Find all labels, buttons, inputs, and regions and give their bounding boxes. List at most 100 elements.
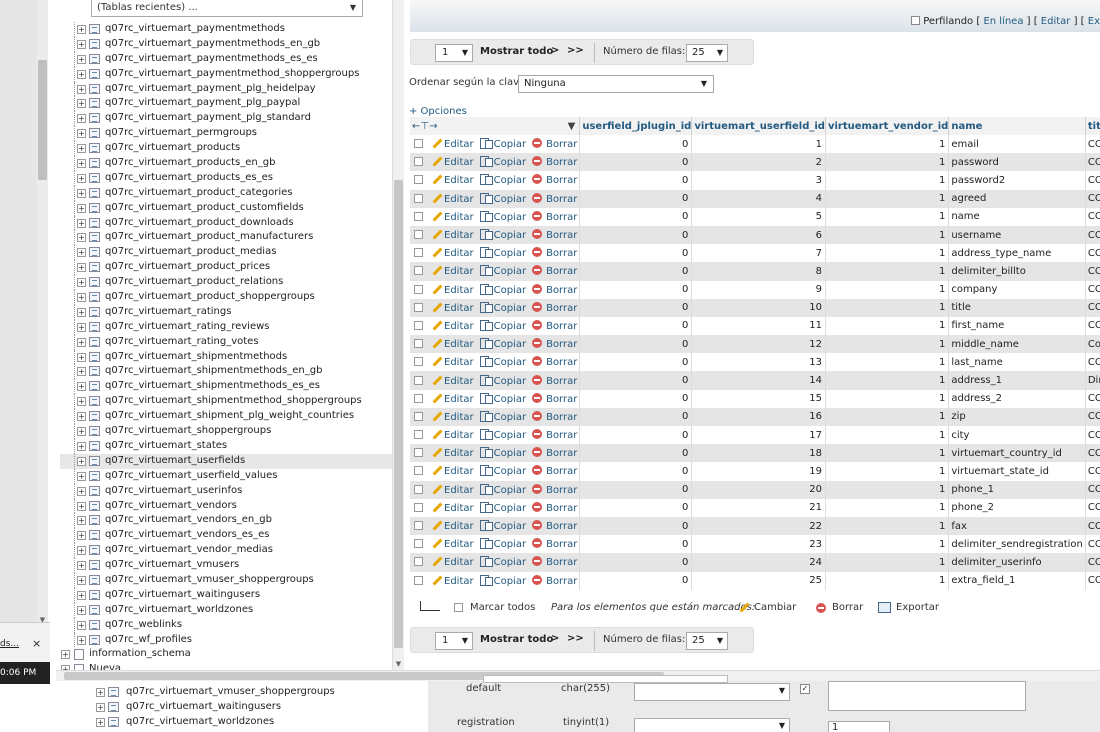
cell-name[interactable]: name [948,207,1086,226]
delete-link[interactable]: Borrar [546,303,577,314]
pencil-icon[interactable] [431,538,442,549]
copy-link[interactable]: Copiar [494,248,526,259]
cell-title[interactable]: COM_VIRTUEMA [1085,189,1100,208]
tree-item-table[interactable]: + q07rc_virtuemart_worldzones [60,602,392,618]
expand-icon[interactable]: + [77,114,86,124]
cell-vendor-id[interactable]: 1 [825,480,950,499]
expand-icon[interactable]: + [77,69,86,79]
cell-vendor-id[interactable]: 1 [825,153,950,172]
table-icon[interactable] [89,277,100,288]
table-icon[interactable] [89,440,100,451]
tree-item-table[interactable]: + q07rc_virtuemart_product_prices [60,260,392,276]
cell-name[interactable]: delimiter_sendregistration [948,535,1086,554]
tree-item-table[interactable]: + q07rc_virtuemart_userfields [60,453,392,469]
copy-icon[interactable] [479,574,493,586]
delete-link[interactable]: Borrar [546,339,577,350]
copy-icon[interactable] [479,319,493,331]
table-name[interactable]: q07rc_virtuemart_states [105,439,227,454]
row-checkbox[interactable] [414,139,423,149]
default-select[interactable]: ▼ [634,683,790,701]
tree-item-table[interactable]: + q07rc_virtuemart_product_manufacturers [60,230,392,246]
copy-icon[interactable] [479,520,493,532]
cell-vendor-id[interactable]: 1 [825,462,950,481]
table-icon[interactable] [89,24,100,34]
outer-scrollbar[interactable]: ▼ [37,0,48,625]
next-page-button[interactable]: > [551,45,559,56]
expand-icon[interactable]: + [77,218,86,228]
delete-icon[interactable] [532,319,543,330]
delete-link[interactable]: Borrar [546,248,577,259]
copy-link[interactable]: Copiar [494,485,526,496]
copy-icon[interactable] [479,410,493,422]
cell-vendor-id[interactable]: 1 [825,316,950,336]
copy-link[interactable]: Copiar [494,303,526,314]
cell-title[interactable]: COM_VIRTUEMA [1085,426,1100,445]
expand-icon[interactable]: + [77,99,86,109]
delete-icon[interactable] [532,520,543,531]
expand-icon[interactable]: + [77,263,86,273]
expand-icon[interactable]: + [77,129,86,139]
copy-link[interactable]: Copiar [494,285,526,296]
expand-icon[interactable]: + [77,590,86,600]
copy-link[interactable]: Copiar [494,448,526,459]
cell-vendor-id[interactable]: 1 [825,571,950,590]
copy-link[interactable]: Copiar [494,194,526,205]
pencil-icon[interactable] [431,174,442,185]
tree-item-table[interactable]: + q07rc_virtuemart_payment_plg_paypal [60,96,392,112]
column-header[interactable]: virtuemart_vendor_id [825,117,950,135]
expand-icon[interactable]: + [96,717,105,727]
cell-userfield-id[interactable]: 22 [691,516,826,536]
cell-jplugin[interactable]: 0 [579,189,693,208]
copy-icon[interactable] [479,447,493,459]
row-checkbox[interactable] [414,484,423,494]
registration-select[interactable]: ▼ [634,718,790,732]
edit-link[interactable]: Editar [444,285,474,296]
expand-icon[interactable]: + [77,352,86,362]
cell-vendor-id[interactable]: 1 [825,189,950,208]
copy-link[interactable]: Copiar [494,412,526,423]
table-icon[interactable] [89,426,100,437]
row-checkbox[interactable] [414,211,423,221]
change-button[interactable]: Cambiar [754,602,796,613]
pencil-icon[interactable] [431,429,442,440]
row-checkbox[interactable] [414,339,423,349]
copy-icon[interactable] [479,210,493,222]
cell-vendor-id[interactable]: 1 [825,371,950,390]
table-name[interactable]: q07rc_virtuemart_permgroups [105,126,257,141]
cell-title[interactable]: COM_VIRTUEMA [1085,280,1100,299]
cell-name[interactable]: agreed [948,189,1086,208]
cell-jplugin[interactable]: 0 [579,444,693,463]
options-link[interactable]: + Opciones [409,106,467,117]
copy-icon[interactable] [479,283,493,295]
expand-icon[interactable]: + [77,561,86,571]
cell-title[interactable]: COM_VIRTUEMA [1085,171,1100,190]
table-name[interactable]: q07rc_virtuemart_rating_votes [105,335,259,350]
cell-jplugin[interactable]: 0 [579,298,693,317]
table-name[interactable]: q07rc_virtuemart_vendors_en_gb [105,513,272,528]
tree-item-table[interactable]: + q07rc_virtuemart_vendors_es_es [60,528,392,544]
expand-icon[interactable]: + [77,173,86,183]
delete-link[interactable]: Borrar [546,557,577,568]
pencil-icon[interactable] [431,265,442,276]
tree-item-table[interactable]: + q07rc_virtuemart_shipmentmethods [60,349,392,365]
tree-item-table[interactable]: + q07rc_virtuemart_payment_plg_heidelpay [60,81,392,97]
tree-item-database[interactable]: + information_schema [60,647,392,662]
edit-link[interactable]: Editar [444,503,474,514]
null-checkbox[interactable]: ✓ [800,684,810,694]
expand-icon[interactable]: + [77,248,86,258]
column-header[interactable]: title [1085,117,1100,135]
profiling-checkbox[interactable] [911,16,921,25]
edit-link[interactable]: Editar [444,357,474,368]
cell-title[interactable]: COM_VIRTUEMA [1085,135,1100,154]
notification-link[interactable]: ds... [0,639,19,649]
cell-vendor-id[interactable]: 1 [825,444,950,463]
delete-icon[interactable] [532,483,543,494]
order-select[interactable]: Ninguna ▼ [518,75,714,93]
cell-jplugin[interactable]: 0 [579,153,693,172]
edit-link[interactable]: Editar [444,539,474,550]
pencil-icon[interactable] [431,284,442,295]
cell-name[interactable]: email [948,135,1086,154]
tree-item-table[interactable]: + q07rc_virtuemart_paymentmethods [60,22,392,37]
cell-name[interactable]: virtuemart_country_id [948,444,1086,463]
tree-item-table[interactable]: + q07rc_virtuemart_userfield_values [60,468,392,484]
